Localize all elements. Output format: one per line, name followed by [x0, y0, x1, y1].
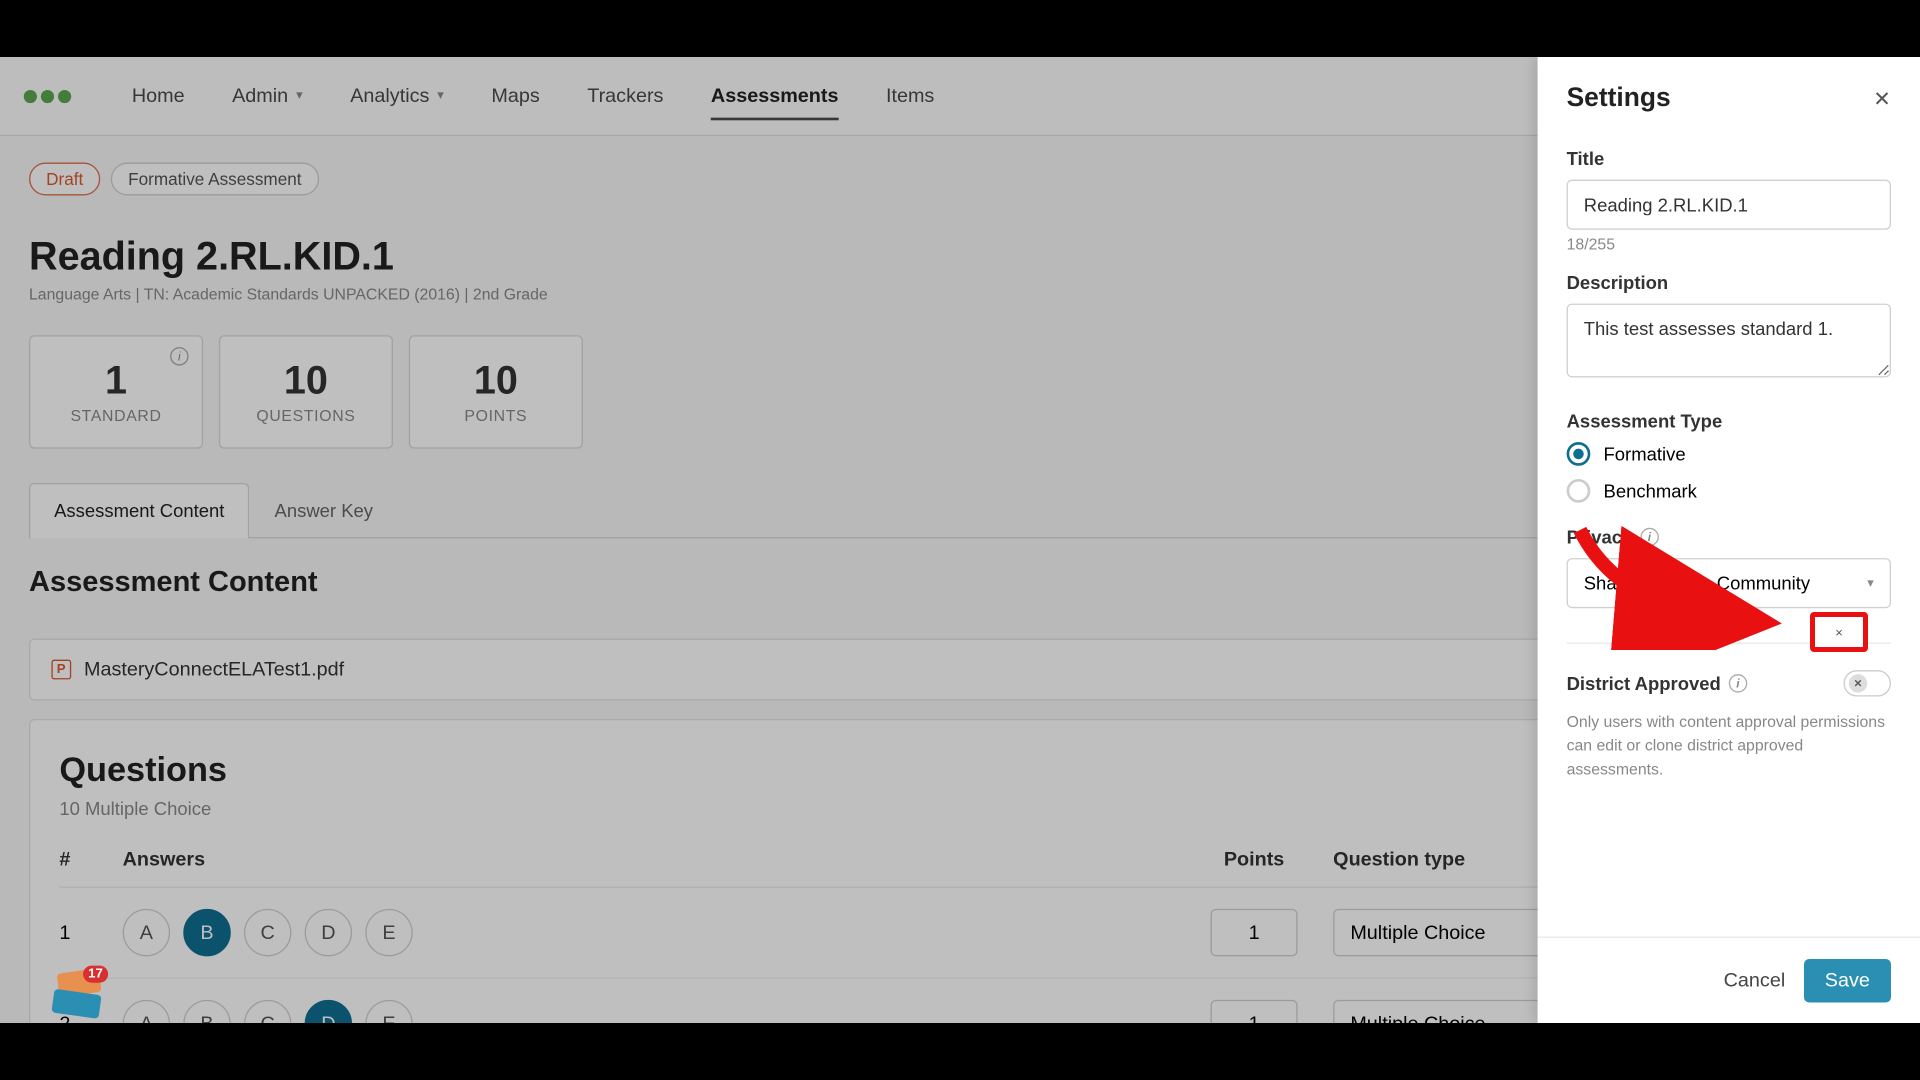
radio-label: Formative [1604, 443, 1686, 464]
radio-icon [1567, 479, 1591, 503]
description-label: Description [1567, 272, 1891, 293]
panel-close-button[interactable]: ✕ [1873, 85, 1891, 111]
radio-icon [1567, 442, 1591, 466]
notification-count: 17 [83, 965, 108, 982]
chevron-down-icon: ▾ [1867, 576, 1874, 591]
info-icon[interactable]: i [1640, 528, 1658, 546]
info-icon[interactable]: i [1729, 674, 1747, 692]
privacy-value: Share With The Community [1584, 573, 1810, 594]
title-label: Title [1567, 148, 1891, 169]
close-icon: ✕ [1873, 88, 1891, 110]
char-count: 18/255 [1567, 235, 1891, 253]
district-help-text: Only users with content approval permiss… [1567, 710, 1891, 781]
district-approved-toggle[interactable]: × [1844, 670, 1891, 696]
privacy-label: Privacy i [1567, 526, 1891, 547]
save-button[interactable]: Save [1804, 958, 1891, 1002]
toggle-off-icon: × [1849, 674, 1867, 692]
privacy-select[interactable]: Share With The Community ▾ [1567, 558, 1891, 608]
description-input[interactable] [1567, 304, 1891, 378]
radio-benchmark[interactable]: Benchmark [1567, 479, 1891, 503]
settings-panel: Settings ✕ Title 18/255 Description Asse… [1538, 57, 1920, 1023]
cancel-button[interactable]: Cancel [1724, 969, 1786, 991]
panel-title: Settings [1567, 83, 1671, 113]
district-approved-label: District Approved i [1567, 673, 1748, 694]
title-input[interactable] [1567, 180, 1891, 230]
floating-help-widget[interactable]: 17 [47, 962, 108, 1023]
assessment-type-label: Assessment Type [1567, 410, 1891, 431]
radio-formative[interactable]: Formative [1567, 442, 1891, 466]
radio-label: Benchmark [1604, 480, 1697, 501]
